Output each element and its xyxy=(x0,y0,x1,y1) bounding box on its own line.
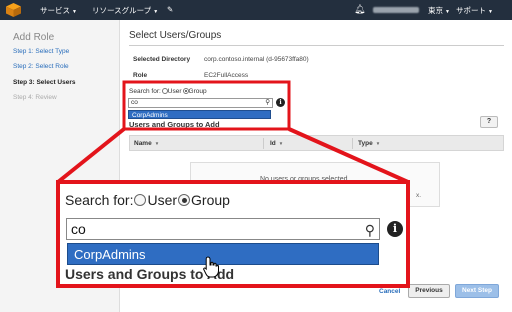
empty-state-hint: x. xyxy=(416,192,422,199)
group-radio[interactable] xyxy=(182,88,189,94)
selected-directory-value: corp.contoso.internal (d-95673ffa80) xyxy=(204,56,309,63)
zoom-dropdown-option-corpadmins[interactable]: CorpAdmins xyxy=(67,243,379,265)
user-option-label: User xyxy=(167,88,182,95)
magnified-panel: Search for: User Group co ⚲ i CorpAdmins U… xyxy=(56,180,410,288)
resource-groups-label: リソースグループ xyxy=(92,6,152,15)
previous-button[interactable]: Previous xyxy=(408,284,450,298)
top-nav-bar: サービス ▼ リソースグループ ▼ ✎ 🔔︎ 東京 ▼ サポート ▼ xyxy=(0,0,512,20)
chevron-down-icon: ▼ xyxy=(445,9,450,15)
cancel-link[interactable]: Cancel xyxy=(379,288,400,295)
region-label: 東京 xyxy=(428,6,443,15)
step-select-type[interactable]: Step 1: Select Type xyxy=(13,48,69,55)
column-name-label: Name xyxy=(134,140,152,147)
column-divider xyxy=(263,138,264,149)
title-divider xyxy=(129,45,504,46)
zoom-user-option-label: User xyxy=(147,192,178,208)
bell-icon[interactable]: 🔔︎ xyxy=(354,4,365,15)
dropdown-option-corpadmins[interactable]: CorpAdmins xyxy=(128,110,271,119)
page-title: Select Users/Groups xyxy=(129,30,222,41)
zoom-group-radio[interactable] xyxy=(178,194,191,206)
search-icon[interactable]: ⚲ xyxy=(265,99,270,107)
column-id[interactable]: Id ▼ xyxy=(270,140,283,147)
pin-icon[interactable]: ✎ xyxy=(167,5,173,14)
zoom-user-radio[interactable] xyxy=(134,194,147,206)
column-type-label: Type xyxy=(358,140,373,147)
account-name-redacted[interactable] xyxy=(373,7,419,13)
role-value: EC2FullAccess xyxy=(204,72,249,79)
resource-groups-menu[interactable]: リソースグループ ▼ xyxy=(92,5,158,16)
zoom-group-option-label: Group xyxy=(191,192,230,208)
info-icon[interactable]: i xyxy=(276,98,285,107)
search-for-label: Search for: xyxy=(129,88,161,95)
support-menu[interactable]: サポート ▼ xyxy=(456,5,493,16)
zoom-search-for-row: Search for: User Group xyxy=(65,192,230,208)
sort-caret-icon: ▼ xyxy=(278,141,284,146)
zoom-search-input-value: co xyxy=(71,221,86,237)
zoom-search-for-label: Search for: xyxy=(65,192,134,208)
search-for-row: Search for: User Group xyxy=(129,88,207,95)
wizard-title: Add Role xyxy=(13,32,55,43)
chevron-down-icon: ▼ xyxy=(488,9,493,15)
chevron-down-icon: ▼ xyxy=(153,9,159,15)
sort-caret-icon: ▼ xyxy=(154,141,160,146)
search-input[interactable]: co ⚲ xyxy=(128,98,273,108)
support-label: サポート xyxy=(456,6,486,15)
zoom-search-input[interactable]: co ⚲ xyxy=(66,218,380,240)
sort-caret-icon: ▼ xyxy=(375,141,381,146)
help-button[interactable]: ? xyxy=(480,116,498,128)
selected-directory-label: Selected Directory xyxy=(133,56,191,63)
step-review: Step 4: Review xyxy=(13,94,57,101)
user-radio[interactable] xyxy=(161,88,168,94)
users-groups-heading: Users and Groups to Add xyxy=(129,120,220,129)
step-select-role[interactable]: Step 2: Select Role xyxy=(13,63,69,70)
info-icon[interactable]: i xyxy=(387,221,403,237)
region-menu[interactable]: 東京 ▼ xyxy=(428,5,450,16)
step-select-users: Step 3: Select Users xyxy=(13,79,76,86)
services-label: サービス xyxy=(40,6,70,15)
next-step-button[interactable]: Next Step xyxy=(455,284,499,298)
services-menu[interactable]: サービス ▼ xyxy=(40,5,77,16)
aws-cube-icon[interactable] xyxy=(6,3,21,17)
column-type[interactable]: Type ▼ xyxy=(358,140,380,147)
search-input-value: co xyxy=(131,99,138,106)
role-label: Role xyxy=(133,72,148,79)
column-id-label: Id xyxy=(270,140,276,147)
chevron-down-icon: ▼ xyxy=(72,9,77,15)
group-option-label: Group xyxy=(188,88,207,95)
search-icon[interactable]: ⚲ xyxy=(365,220,375,240)
table-header: Name ▼ Id ▼ Type ▼ xyxy=(129,135,504,151)
column-name[interactable]: Name ▼ xyxy=(134,140,159,147)
column-divider xyxy=(352,138,353,149)
hand-pointer-icon xyxy=(203,256,219,278)
